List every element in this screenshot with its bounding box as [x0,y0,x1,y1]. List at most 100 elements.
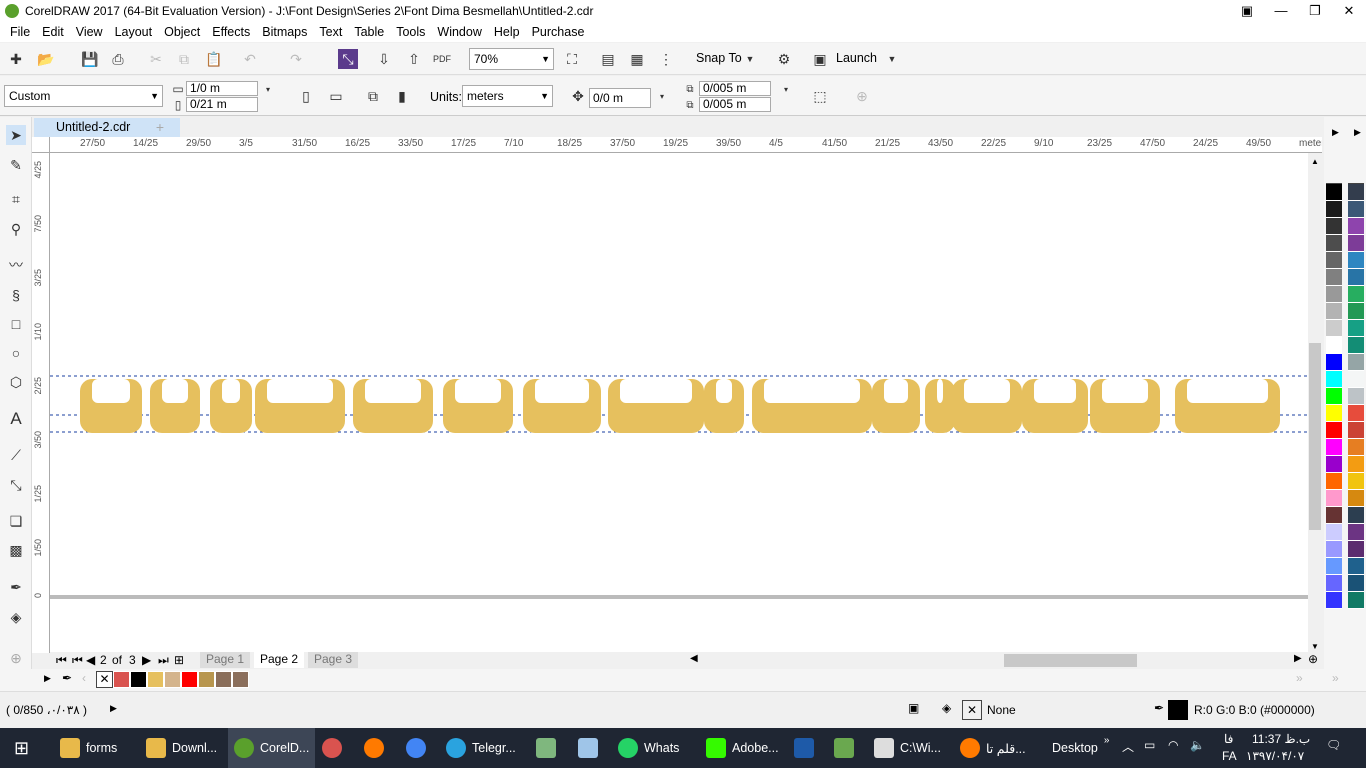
shape-tool-icon[interactable]: ✎ [6,155,26,175]
new-document-icon[interactable]: ✚ [6,49,26,69]
volume-icon[interactable]: 🔈 [1190,738,1205,752]
copy-icon[interactable]: ⧉ [174,49,194,69]
options-gear-icon[interactable]: ⚙ [774,49,794,69]
task-downloads[interactable]: Downl... [146,728,217,768]
menu-object[interactable]: Object [158,25,206,39]
color-swatch[interactable] [1348,269,1364,286]
next-page-icon[interactable]: ▶ [142,653,151,667]
paste-icon[interactable]: 📋 [204,49,224,69]
no-color-swatch[interactable]: ✕ [96,671,113,688]
color-swatch[interactable] [1348,456,1364,473]
document-color-swatch[interactable] [181,671,198,688]
color-swatch[interactable] [1348,575,1364,592]
fill-icon[interactable]: ◈ [942,701,951,715]
color-swatch[interactable] [1348,337,1364,354]
add-icon[interactable]: ⊕ [852,86,872,106]
color-swatch[interactable] [1348,405,1364,422]
color-swatch[interactable] [1326,252,1342,269]
color-swatch[interactable] [1326,422,1342,439]
color-swatch[interactable] [1326,541,1342,558]
palette-arrow-icon[interactable]: ▶ [1332,127,1339,138]
scroll-left-icon[interactable]: ‹ [82,671,86,685]
task-forms[interactable]: forms [60,728,117,768]
connector-tool-icon[interactable]: ⤡ [6,475,26,495]
menu-purchase[interactable]: Purchase [526,25,591,39]
menu-help[interactable]: Help [488,25,526,39]
page-tab-2[interactable]: Page 2 [254,652,304,668]
color-swatch[interactable] [1348,184,1364,201]
color-swatch[interactable] [1348,235,1364,252]
menu-tools[interactable]: Tools [390,25,431,39]
nudge-distance-field[interactable]: 0/0 m [589,88,651,108]
show-rulers-icon[interactable]: ▤ [598,49,618,69]
task-chrome[interactable] [406,728,432,768]
show-grid-icon[interactable]: ▦ [627,49,647,69]
menu-text[interactable]: Text [313,25,348,39]
ellipse-tool-icon[interactable]: ○ [6,343,26,363]
redo-icon[interactable]: ↷ [286,49,306,69]
document-color-swatch[interactable] [113,671,130,688]
menu-table[interactable]: Table [348,25,390,39]
horizontal-ruler[interactable]: 27/50 14/25 29/50 3/5 31/50 16/25 33/50 17/25 7/… [50,137,1322,153]
current-page-icon[interactable]: ▮ [392,86,412,106]
units-combo[interactable]: meters ▼ [462,85,553,107]
spin-arrows-icon[interactable]: ▾ [258,79,278,99]
pdf-icon[interactable]: PDF [432,49,452,69]
chevron-down-icon[interactable]: ▼ [882,49,902,69]
task-coreldraw[interactable]: CorelD... [228,728,316,768]
spin-arrows-icon[interactable]: ▾ [776,79,796,99]
add-tool-icon[interactable]: ⊕ [6,648,26,668]
color-swatch[interactable] [1326,558,1342,575]
status-menu-icon[interactable]: ▶ [110,703,117,714]
page-size-combo[interactable]: Custom ▼ [4,85,163,107]
task-explorer[interactable]: C:\Wi... [874,728,941,768]
help-icon[interactable]: ▣ [1230,0,1264,22]
fill-none-swatch[interactable]: ✕ [962,700,982,720]
duplicate-y-field[interactable]: 0/005 m [699,97,771,112]
menu-view[interactable]: View [70,25,109,39]
artistic-media-icon[interactable]: § [6,285,26,305]
menu-edit[interactable]: Edit [36,25,70,39]
color-swatch[interactable] [1348,201,1364,218]
print-icon[interactable]: ⎙ [108,49,128,69]
color-swatch[interactable] [1326,371,1342,388]
color-swatch[interactable] [1348,303,1364,320]
first-page-icon[interactable]: ⏮ [56,653,67,668]
search-content-icon[interactable]: ⤡ [338,49,358,69]
text-tool-icon[interactable]: A [6,409,26,429]
document-color-swatch[interactable] [130,671,147,688]
color-swatch[interactable] [1348,388,1364,405]
palette-menu-icon[interactable]: ▶ [44,673,51,684]
color-swatch[interactable] [1326,388,1342,405]
launch-icon[interactable]: ▣ [810,49,830,69]
portrait-icon[interactable]: ▯ [296,86,316,106]
page-width-field[interactable]: 1/0 m [186,81,258,96]
color-swatch[interactable] [1348,490,1364,507]
color-swatch[interactable] [1326,269,1342,286]
color-swatch[interactable] [1348,507,1364,524]
save-icon[interactable]: 💾 [80,49,100,69]
show-guidelines-icon[interactable]: ⋮ [656,49,676,69]
task-telegram[interactable]: Telegr... [446,728,516,768]
color-swatch[interactable] [1326,456,1342,473]
color-swatch[interactable] [1326,218,1342,235]
color-swatch[interactable] [1326,184,1342,201]
task-app[interactable] [322,728,348,768]
color-swatch[interactable] [1326,524,1342,541]
document-color-swatch[interactable] [198,671,215,688]
task-firefox-2[interactable]: قلم تا... [960,728,1026,768]
color-swatch[interactable] [1348,252,1364,269]
drawing-canvas[interactable] [50,153,1308,653]
color-swatch[interactable] [1348,422,1364,439]
minimize-button[interactable]: — [1264,0,1298,22]
color-swatch[interactable] [1348,541,1364,558]
duplicate-x-field[interactable]: 0/005 m [699,81,771,96]
task-app[interactable] [578,728,604,768]
launch-dropdown[interactable]: Launch [836,51,877,65]
outline-pen-icon[interactable]: ✒ [1154,701,1164,715]
document-color-swatch[interactable] [215,671,232,688]
zoom-nav-icon[interactable]: ⊕ [1308,652,1318,666]
language-fa[interactable]: فا [1224,732,1233,746]
scroll-right-icon[interactable]: ▶ [1294,653,1302,664]
vertical-scroll-thumb[interactable] [1309,343,1321,530]
